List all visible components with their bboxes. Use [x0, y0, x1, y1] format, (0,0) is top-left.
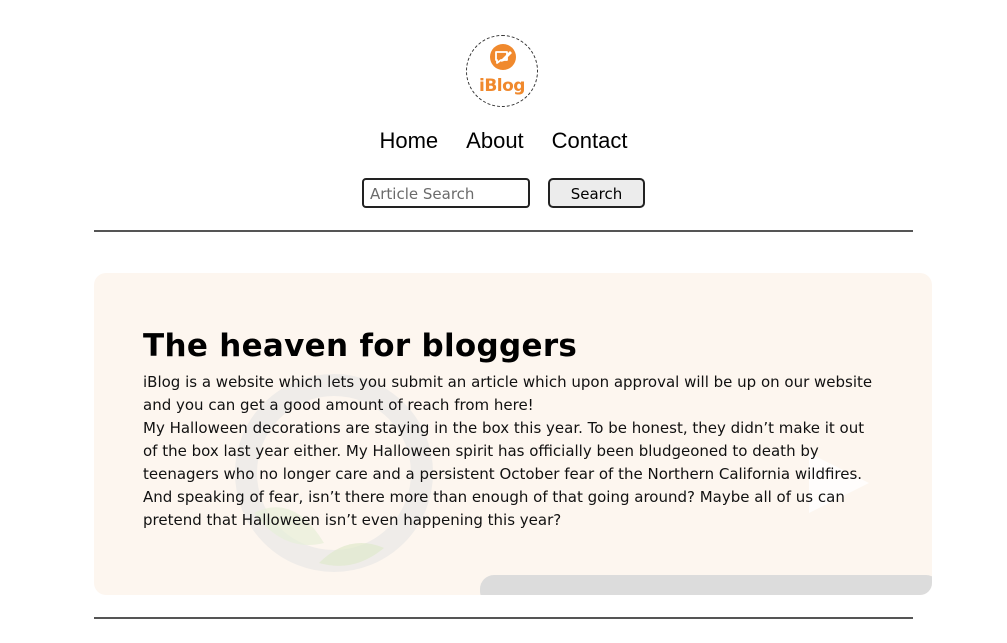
- search-button[interactable]: Search: [548, 178, 645, 208]
- nav-about[interactable]: About: [466, 128, 524, 154]
- hero-banner: The heaven for bloggers iBlog is a websi…: [94, 273, 932, 595]
- section-divider: [94, 617, 913, 619]
- hero-paragraph-intro: iBlog is a website which lets you submit…: [143, 373, 873, 414]
- header-divider: [94, 230, 913, 232]
- search-bar: Search: [362, 178, 645, 208]
- hero-content: The heaven for bloggers iBlog is a websi…: [143, 327, 873, 532]
- main-nav: Home About Contact: [0, 128, 1007, 154]
- hero-paragraph-halloween: My Halloween decorations are staying in …: [143, 419, 865, 529]
- speech-bubble-edit-icon: [490, 44, 516, 70]
- article-search-input[interactable]: [362, 178, 530, 208]
- page: iBlog Home About Contact Search The heav…: [0, 0, 1007, 643]
- nav-home[interactable]: Home: [379, 128, 438, 154]
- hero-title: The heaven for bloggers: [143, 328, 578, 364]
- site-logo[interactable]: iBlog: [466, 35, 538, 107]
- logo-text: iBlog: [479, 76, 525, 96]
- nav-contact[interactable]: Contact: [552, 128, 628, 154]
